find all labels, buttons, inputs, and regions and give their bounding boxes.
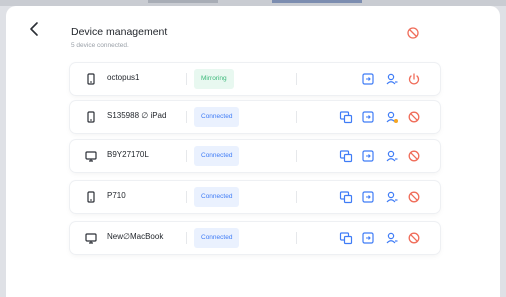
status-badge: Connected: [194, 187, 240, 207]
device-name: octopus1: [107, 73, 140, 82]
screen-mirror-button[interactable]: [338, 230, 354, 246]
device-name: New∅MacBook: [107, 232, 164, 241]
status-badge: Connected: [194, 228, 240, 248]
user-icon: [386, 191, 398, 203]
divider: [296, 191, 297, 203]
user-icon: [386, 232, 398, 244]
back-button[interactable]: [26, 20, 44, 38]
screen-mirror-icon: [339, 232, 353, 245]
disconnect-all-button[interactable]: [406, 26, 420, 40]
user-permission-button[interactable]: [384, 148, 400, 164]
page-title: Device management: [71, 26, 168, 38]
user-permission-button[interactable]: [384, 230, 400, 246]
disconnect-button[interactable]: [406, 189, 422, 205]
screen-mirror-button[interactable]: [338, 148, 354, 164]
disconnect-icon: [408, 111, 420, 123]
disconnect-icon: [407, 27, 419, 39]
device-row: octopus1 Mirroring: [70, 63, 440, 95]
user-icon: [386, 73, 398, 85]
phone-icon: [84, 110, 98, 124]
device-management-panel: Device management 5 device connected. oc…: [6, 6, 500, 297]
file-transfer-icon: [362, 111, 374, 123]
device-row: P710 Connected: [70, 181, 440, 213]
device-name: S135988 ∅ iPad: [107, 111, 167, 120]
user-pending-icon: [386, 111, 398, 123]
disconnect-button[interactable]: [406, 230, 422, 246]
file-transfer-button[interactable]: [360, 109, 376, 125]
monitor-icon: [84, 231, 98, 245]
phone-icon: [84, 72, 98, 86]
user-permission-pending-button[interactable]: [384, 109, 400, 125]
file-transfer-button[interactable]: [360, 230, 376, 246]
power-off-button[interactable]: [406, 71, 422, 87]
divider: [296, 232, 297, 244]
divider: [186, 191, 187, 203]
strip-segment: [148, 0, 218, 3]
file-transfer-button[interactable]: [360, 148, 376, 164]
file-transfer-button[interactable]: [360, 189, 376, 205]
screen-mirror-icon: [339, 111, 353, 124]
screen-mirror-button[interactable]: [338, 109, 354, 125]
disconnect-icon: [408, 232, 420, 244]
file-transfer-icon: [362, 73, 374, 85]
disconnect-button[interactable]: [406, 148, 422, 164]
file-transfer-icon: [362, 150, 374, 162]
screen-mirror-button[interactable]: [338, 189, 354, 205]
chevron-left-icon: [30, 22, 38, 36]
divider: [296, 111, 297, 123]
connected-count: 5 device connected.: [71, 42, 129, 49]
strip-segment: [272, 0, 362, 3]
disconnect-icon: [408, 191, 420, 203]
status-badge: Connected: [194, 107, 240, 127]
device-name: P710: [107, 191, 126, 200]
user-permission-button[interactable]: [384, 71, 400, 87]
screen-mirror-icon: [339, 191, 353, 204]
file-transfer-icon: [362, 232, 374, 244]
power-icon: [408, 73, 420, 85]
divider: [296, 150, 297, 162]
divider: [186, 73, 187, 85]
file-transfer-icon: [362, 191, 374, 203]
divider: [186, 232, 187, 244]
device-row: S135988 ∅ iPad Connected: [70, 101, 440, 133]
user-permission-button[interactable]: [384, 189, 400, 205]
status-badge: Connected: [194, 146, 240, 166]
device-row: New∅MacBook Connected: [70, 222, 440, 254]
phone-icon: [84, 190, 98, 204]
device-row: B9Y27170L Connected: [70, 140, 440, 172]
disconnect-button[interactable]: [406, 109, 422, 125]
divider: [186, 111, 187, 123]
status-badge: Mirroring: [194, 69, 234, 89]
monitor-icon: [84, 149, 98, 163]
divider: [296, 73, 297, 85]
file-transfer-button[interactable]: [360, 71, 376, 87]
disconnect-icon: [408, 150, 420, 162]
screen-mirror-icon: [339, 150, 353, 163]
divider: [186, 150, 187, 162]
user-icon: [386, 150, 398, 162]
device-name: B9Y27170L: [107, 150, 149, 159]
